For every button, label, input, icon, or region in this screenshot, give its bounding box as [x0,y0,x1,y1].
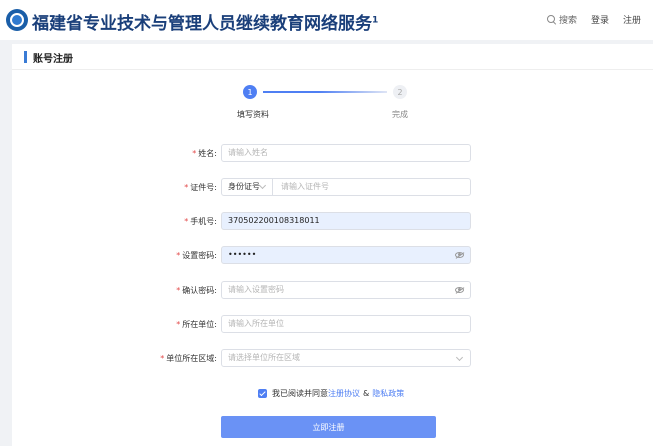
privacy-link[interactable]: 隐私政策 [372,388,404,399]
confirm-password-input[interactable]: 请输入设置密码 [221,281,471,299]
eye-off-icon[interactable] [455,287,464,293]
id-type-select[interactable]: 身份证号 [221,178,273,196]
site-title: 福建省专业技术与管理人员继续教育网络服务1 [32,14,379,34]
region-select[interactable]: 请选择单位所在区域 [221,349,471,367]
unit-label: * 所在单位: [176,320,217,329]
confirm-password-label: * 确认密码: [176,286,217,295]
step-2-indicator: 2 [393,85,407,99]
step-progress-line [263,91,387,93]
step-1-label: 填写资料 [237,110,269,119]
name-row: * 姓名: 请输入姓名 [0,144,653,162]
agreement-checkbox[interactable] [258,389,267,398]
search-icon [546,15,556,24]
ampersand: & [363,389,370,398]
confirm-password-placeholder: 请输入设置密码 [228,285,284,294]
agreement-row: 我已阅读并同意 注册协议 & 隐私政策 [258,388,404,399]
search-label: 搜索 [558,16,577,26]
register-card: 账号注册 [12,44,653,446]
password-value: •••••• [228,250,257,259]
title-accent-bar [24,51,27,63]
password-row: * 设置密码: •••••• [0,246,653,264]
register-link[interactable]: 注册 [623,13,641,26]
phone-input[interactable]: 370502200108318011 [221,212,471,230]
id-row: * 证件号: 身份证号 请输入证件号 [0,178,653,196]
card-title: 账号注册 [33,54,73,65]
phone-row: * 手机号: 370502200108318011 [0,212,653,230]
id-type-value: 身份证号 [228,182,260,191]
phone-label: * 手机号: [184,217,217,226]
unit-row: * 所在单位: 请输入所在单位 [0,315,653,333]
chevron-down-icon [258,181,267,190]
unit-input[interactable]: 请输入所在单位 [221,315,471,333]
terms-link[interactable]: 注册协议 [328,388,360,399]
logo-icon [6,9,28,31]
login-link[interactable]: 登录 [591,13,609,26]
name-input[interactable]: 请输入姓名 [221,144,471,162]
confirm-password-row: * 确认密码: 请输入设置密码 [0,281,653,299]
card-header: 账号注册 [12,44,653,70]
top-header: 福建省专业技术与管理人员继续教育网络服务1 搜索 登录 注册 [0,0,653,40]
step-2-label: 完成 [392,110,408,119]
region-placeholder: 请选择单位所在区域 [228,353,300,362]
password-input[interactable]: •••••• [221,246,471,264]
top-nav: 搜索 登录 注册 [546,13,641,26]
register-submit-button[interactable]: 立即注册 [221,416,436,438]
id-number-input[interactable]: 请输入证件号 [272,178,471,196]
password-label: * 设置密码: [176,251,217,260]
eye-off-icon[interactable] [455,252,464,258]
agreement-text: 我已阅读并同意 [272,389,328,398]
region-label: * 单位所在区域: [160,354,217,363]
step-1-indicator: 1 [243,85,257,99]
chevron-down-icon [455,353,464,362]
id-label: * 证件号: [184,183,217,192]
name-label: * 姓名: [192,149,217,158]
search-button[interactable]: 搜索 [546,13,577,26]
region-row: * 单位所在区域: 请选择单位所在区域 [0,349,653,367]
